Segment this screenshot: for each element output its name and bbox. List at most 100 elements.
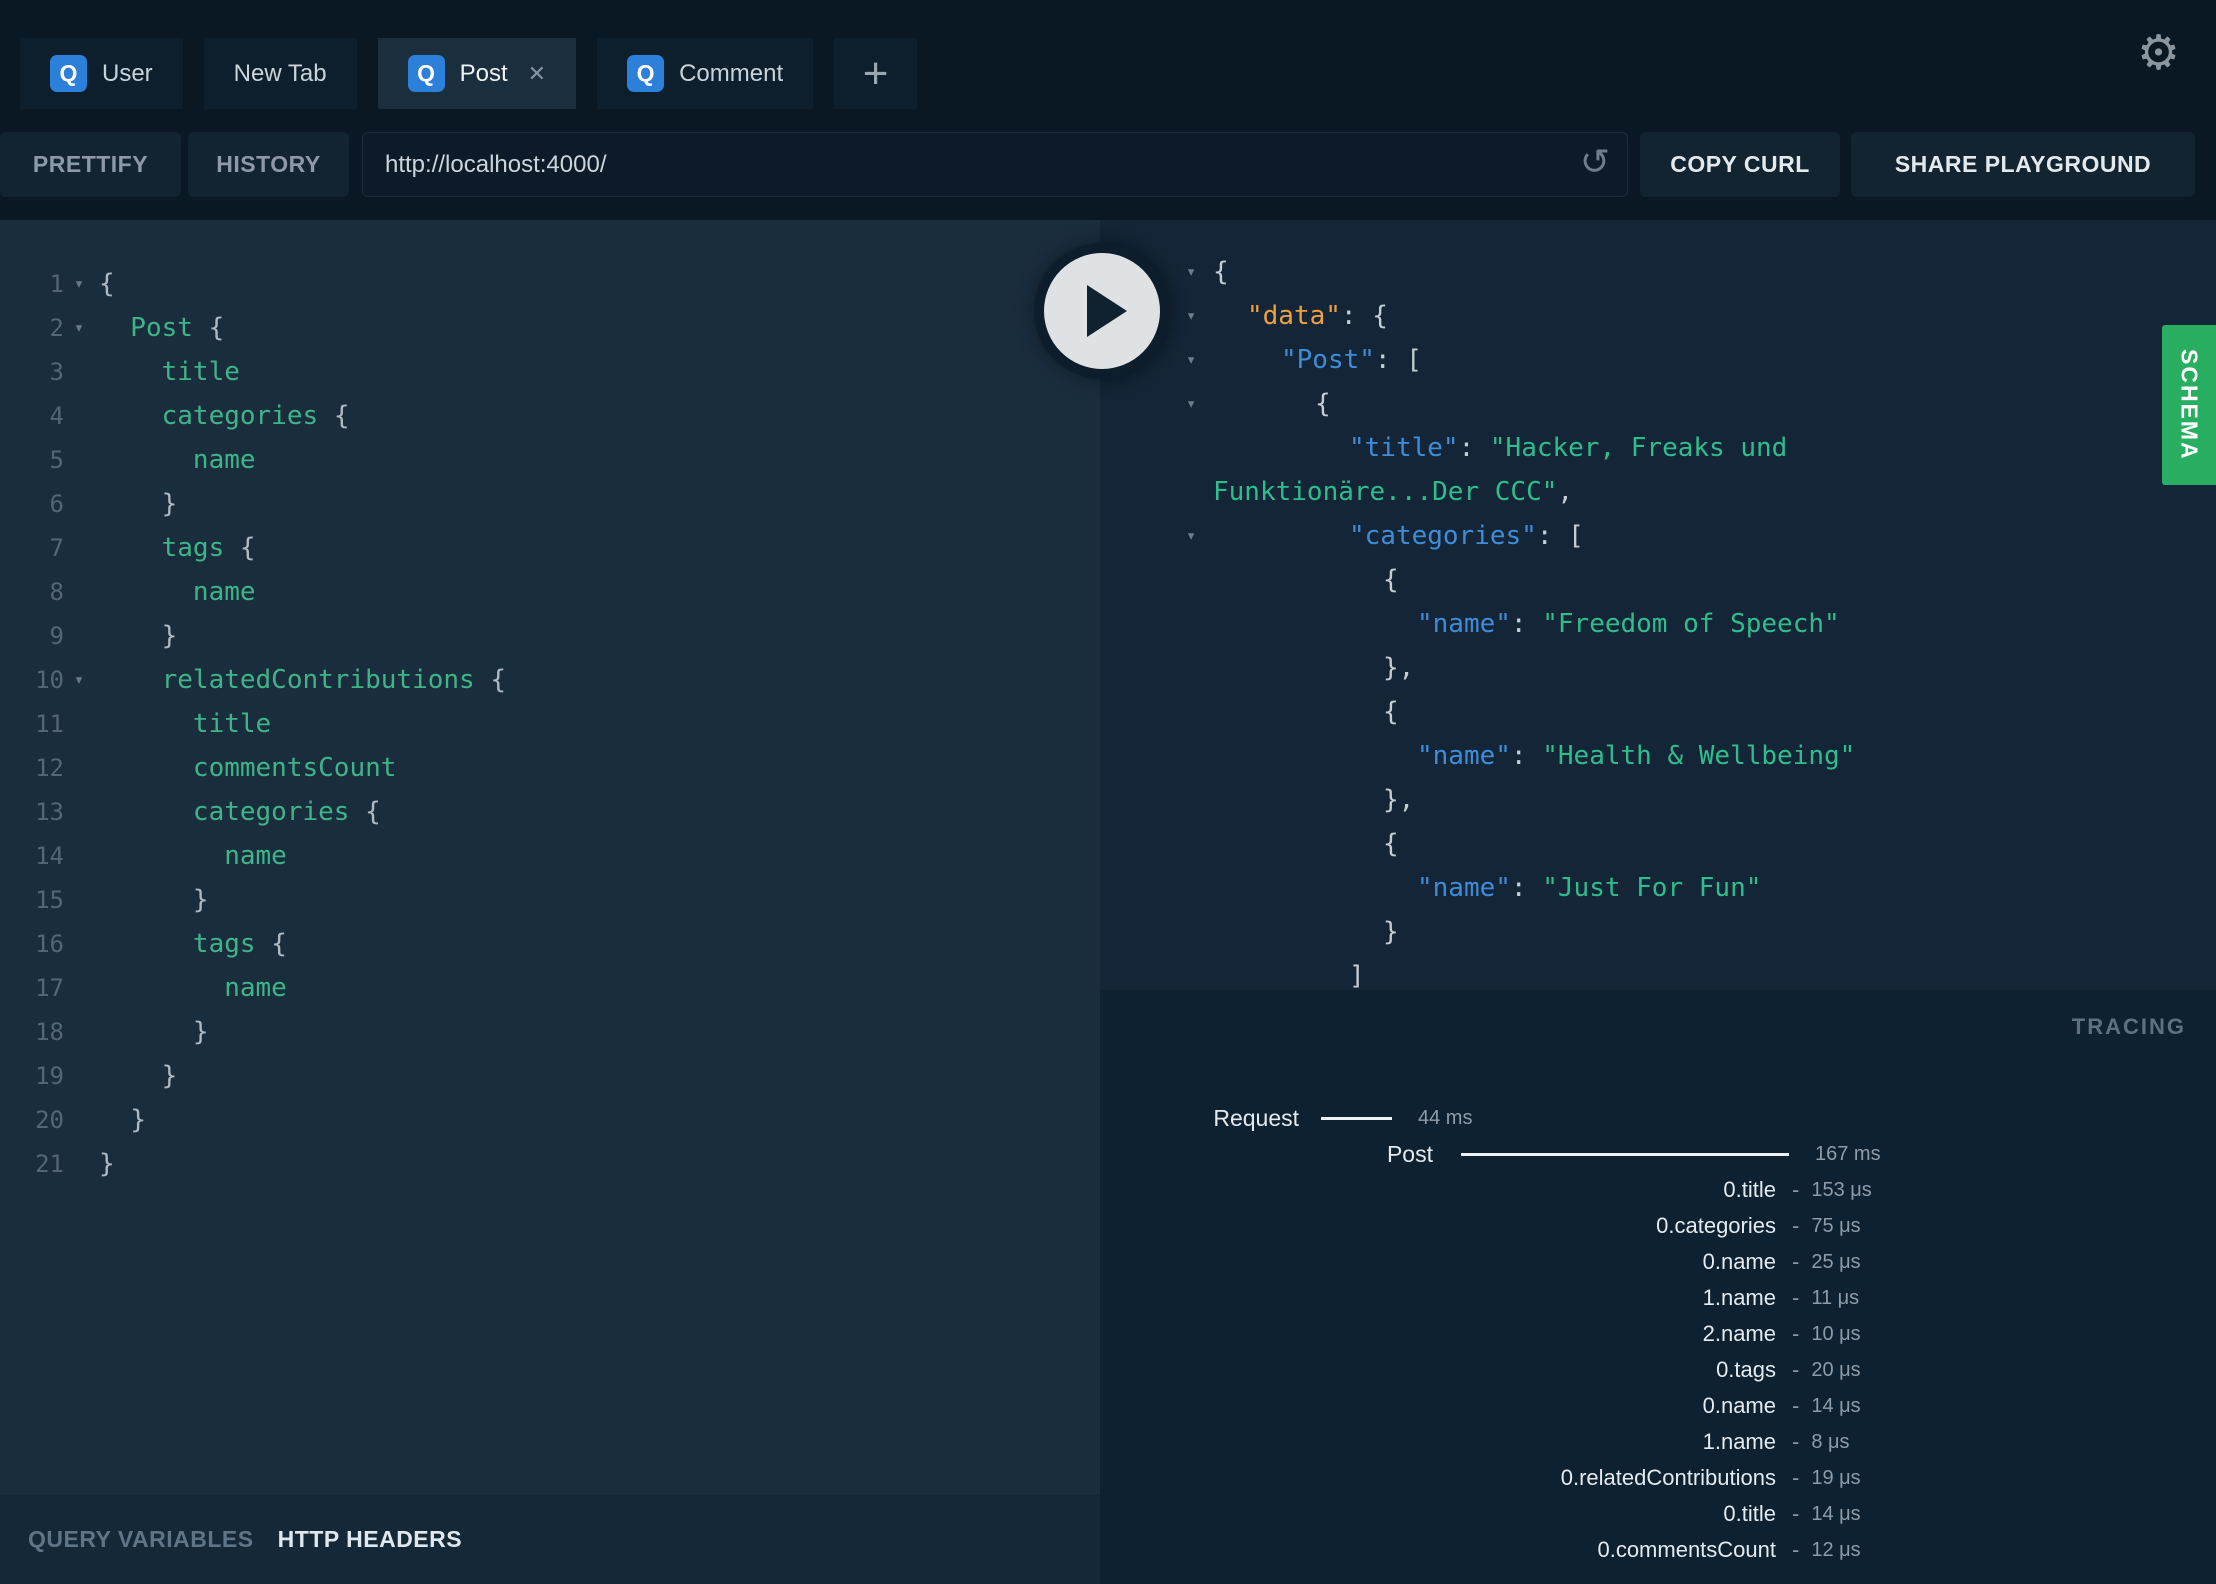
tab-new-tab[interactable]: New Tab	[203, 38, 357, 109]
execute-query-button[interactable]	[1034, 243, 1170, 379]
editor-line[interactable]: 13 categories {	[0, 790, 1100, 834]
editor-line[interactable]: 2 ▾ Post {	[0, 306, 1100, 350]
line-number: 5	[49, 446, 64, 474]
response-line: {	[1383, 697, 1399, 727]
new-tab-button[interactable]: +	[834, 38, 918, 109]
editor-line[interactable]: 1 ▾{	[0, 262, 1100, 306]
editor-line[interactable]: 15 }	[0, 878, 1100, 922]
collapse-arrow-icon[interactable]: ▾	[64, 658, 94, 702]
code-text: name	[99, 841, 287, 871]
editor-line[interactable]: 17 name	[0, 966, 1100, 1010]
code-text: }	[192, 885, 209, 915]
code-text: {	[99, 269, 115, 299]
tracing-panel: TRACING Request 44 ms Post 167 ms 0.title -15…	[1100, 990, 2216, 1584]
tracing-row: 0.title -14 μs	[1100, 1496, 2216, 1532]
tracing-dash: -	[1792, 1321, 1800, 1346]
http-headers-tab[interactable]: HTTP HEADERS	[278, 1526, 463, 1553]
line-number: 16	[35, 930, 64, 958]
gutter-spacer	[64, 922, 94, 966]
editor-line[interactable]: 10 ▾ relatedContributions {	[0, 658, 1100, 702]
line-number: 12	[35, 754, 64, 782]
tracing-label: 1.name	[1702, 1429, 1776, 1454]
endpoint-url-input[interactable]	[362, 132, 1628, 197]
response-line: "name": "Freedom of Speech"	[1417, 609, 1840, 639]
editor-line[interactable]: 19 }	[0, 1054, 1100, 1098]
editor-line[interactable]: 5 name	[0, 438, 1100, 482]
tab-label: Post	[459, 59, 508, 87]
reload-schema-icon[interactable]: ↺	[1580, 144, 1610, 180]
tracing-dash: -	[1792, 1465, 1800, 1490]
collapse-arrow-icon[interactable]: ▾	[1186, 338, 1196, 382]
editor-line[interactable]: 12 commentsCount	[0, 746, 1100, 790]
response-line: ▾{	[1100, 250, 2216, 294]
share-playground-button[interactable]: SHARE PLAYGROUND	[1851, 132, 2195, 197]
tab-post[interactable]: Q Post ✕	[377, 38, 577, 109]
gutter-spacer	[64, 1054, 94, 1098]
editor-line[interactable]: 16 tags {	[0, 922, 1100, 966]
editor-line[interactable]: 21}	[0, 1142, 1100, 1186]
query-type-icon: Q	[50, 55, 87, 92]
gutter-spacer	[64, 1142, 94, 1186]
tracing-dash: -	[1792, 1501, 1800, 1526]
toolbar: PRETTIFY HISTORY ↺ COPY CURL SHARE PLAYG…	[0, 109, 2216, 220]
tracing-row: 1.name -11 μs	[1100, 1280, 2216, 1316]
tracing-duration: 44 ms	[1418, 1106, 1473, 1129]
tracing-row: 0.commentsCount -12 μs	[1100, 1532, 2216, 1568]
response-line: "title": "Hacker, Freaks und	[1349, 433, 1788, 463]
tracing-duration-bar	[1321, 1116, 1392, 1120]
tracing-title: TRACING	[2071, 1014, 2186, 1039]
code-text: tags {	[99, 929, 287, 959]
tab-comment[interactable]: Q Comment	[597, 38, 814, 109]
response-line: {	[1383, 565, 1399, 595]
response-line: ▾ "data": {	[1100, 294, 2216, 338]
tracing-row: Request 44 ms	[1100, 1100, 2216, 1136]
editor-line[interactable]: 14 name	[0, 834, 1100, 878]
collapse-arrow-icon[interactable]: ▾	[1186, 294, 1196, 338]
history-button[interactable]: HISTORY	[188, 132, 349, 197]
collapse-arrow-icon[interactable]: ▾	[64, 306, 94, 350]
response-line: ▾{	[1100, 382, 2216, 426]
editor-line[interactable]: 11 title	[0, 702, 1100, 746]
code-text: name	[99, 445, 256, 475]
editor-line[interactable]: 6 }	[0, 482, 1100, 526]
schema-side-tab[interactable]: SCHEMA	[2162, 325, 2216, 485]
editor-line[interactable]: 20 }	[0, 1098, 1100, 1142]
tracing-label: 1.name	[1702, 1285, 1776, 1310]
tracing-row: 0.categories -75 μs	[1100, 1208, 2216, 1244]
tracing-label: 0.categories	[1656, 1213, 1776, 1238]
gutter-spacer	[64, 878, 94, 922]
query-variables-tab[interactable]: QUERY VARIABLES	[28, 1526, 254, 1553]
line-number: 13	[35, 798, 64, 826]
gutter-spacer	[64, 1098, 94, 1142]
collapse-arrow-icon[interactable]: ▾	[1186, 514, 1196, 558]
gutter-spacer	[64, 834, 94, 878]
prettify-button[interactable]: PRETTIFY	[0, 132, 181, 197]
editor-line[interactable]: 7 tags {	[0, 526, 1100, 570]
collapse-arrow-icon[interactable]: ▾	[64, 262, 94, 306]
close-tab-icon[interactable]: ✕	[528, 61, 546, 87]
gutter-spacer	[64, 438, 94, 482]
line-number: 15	[35, 886, 64, 914]
line-number: 11	[35, 710, 64, 738]
collapse-arrow-icon[interactable]: ▾	[1186, 382, 1196, 426]
tracing-dash: -	[1792, 1285, 1800, 1310]
editor-line[interactable]: 9 }	[0, 614, 1100, 658]
tab-user[interactable]: Q User	[20, 38, 183, 109]
code-text: name	[99, 577, 256, 607]
copy-curl-button[interactable]: COPY CURL	[1640, 132, 1840, 197]
editor-line[interactable]: 18 }	[0, 1010, 1100, 1054]
code-text: name	[99, 973, 287, 1003]
editor-line[interactable]: 3 title	[0, 350, 1100, 394]
tracing-duration: 75 μs	[1811, 1214, 1861, 1237]
code-text: }	[161, 621, 178, 651]
editor-line[interactable]: 4 categories {	[0, 394, 1100, 438]
line-number: 2	[49, 314, 64, 342]
query-editor[interactable]: 1 ▾{2 ▾ Post {3 title 4 categories {5 name 6…	[0, 220, 1100, 1186]
collapse-arrow-icon[interactable]: ▾	[1186, 250, 1196, 294]
query-editor-pane[interactable]: 1 ▾{2 ▾ Post {3 title 4 categories {5 name 6…	[0, 220, 1100, 1584]
editor-line[interactable]: 8 name	[0, 570, 1100, 614]
settings-gear-icon[interactable]: ⚙	[2137, 30, 2180, 78]
endpoint-url-wrap: ↺	[362, 132, 1628, 197]
line-number: 7	[49, 534, 64, 562]
line-number: 19	[35, 1062, 64, 1090]
